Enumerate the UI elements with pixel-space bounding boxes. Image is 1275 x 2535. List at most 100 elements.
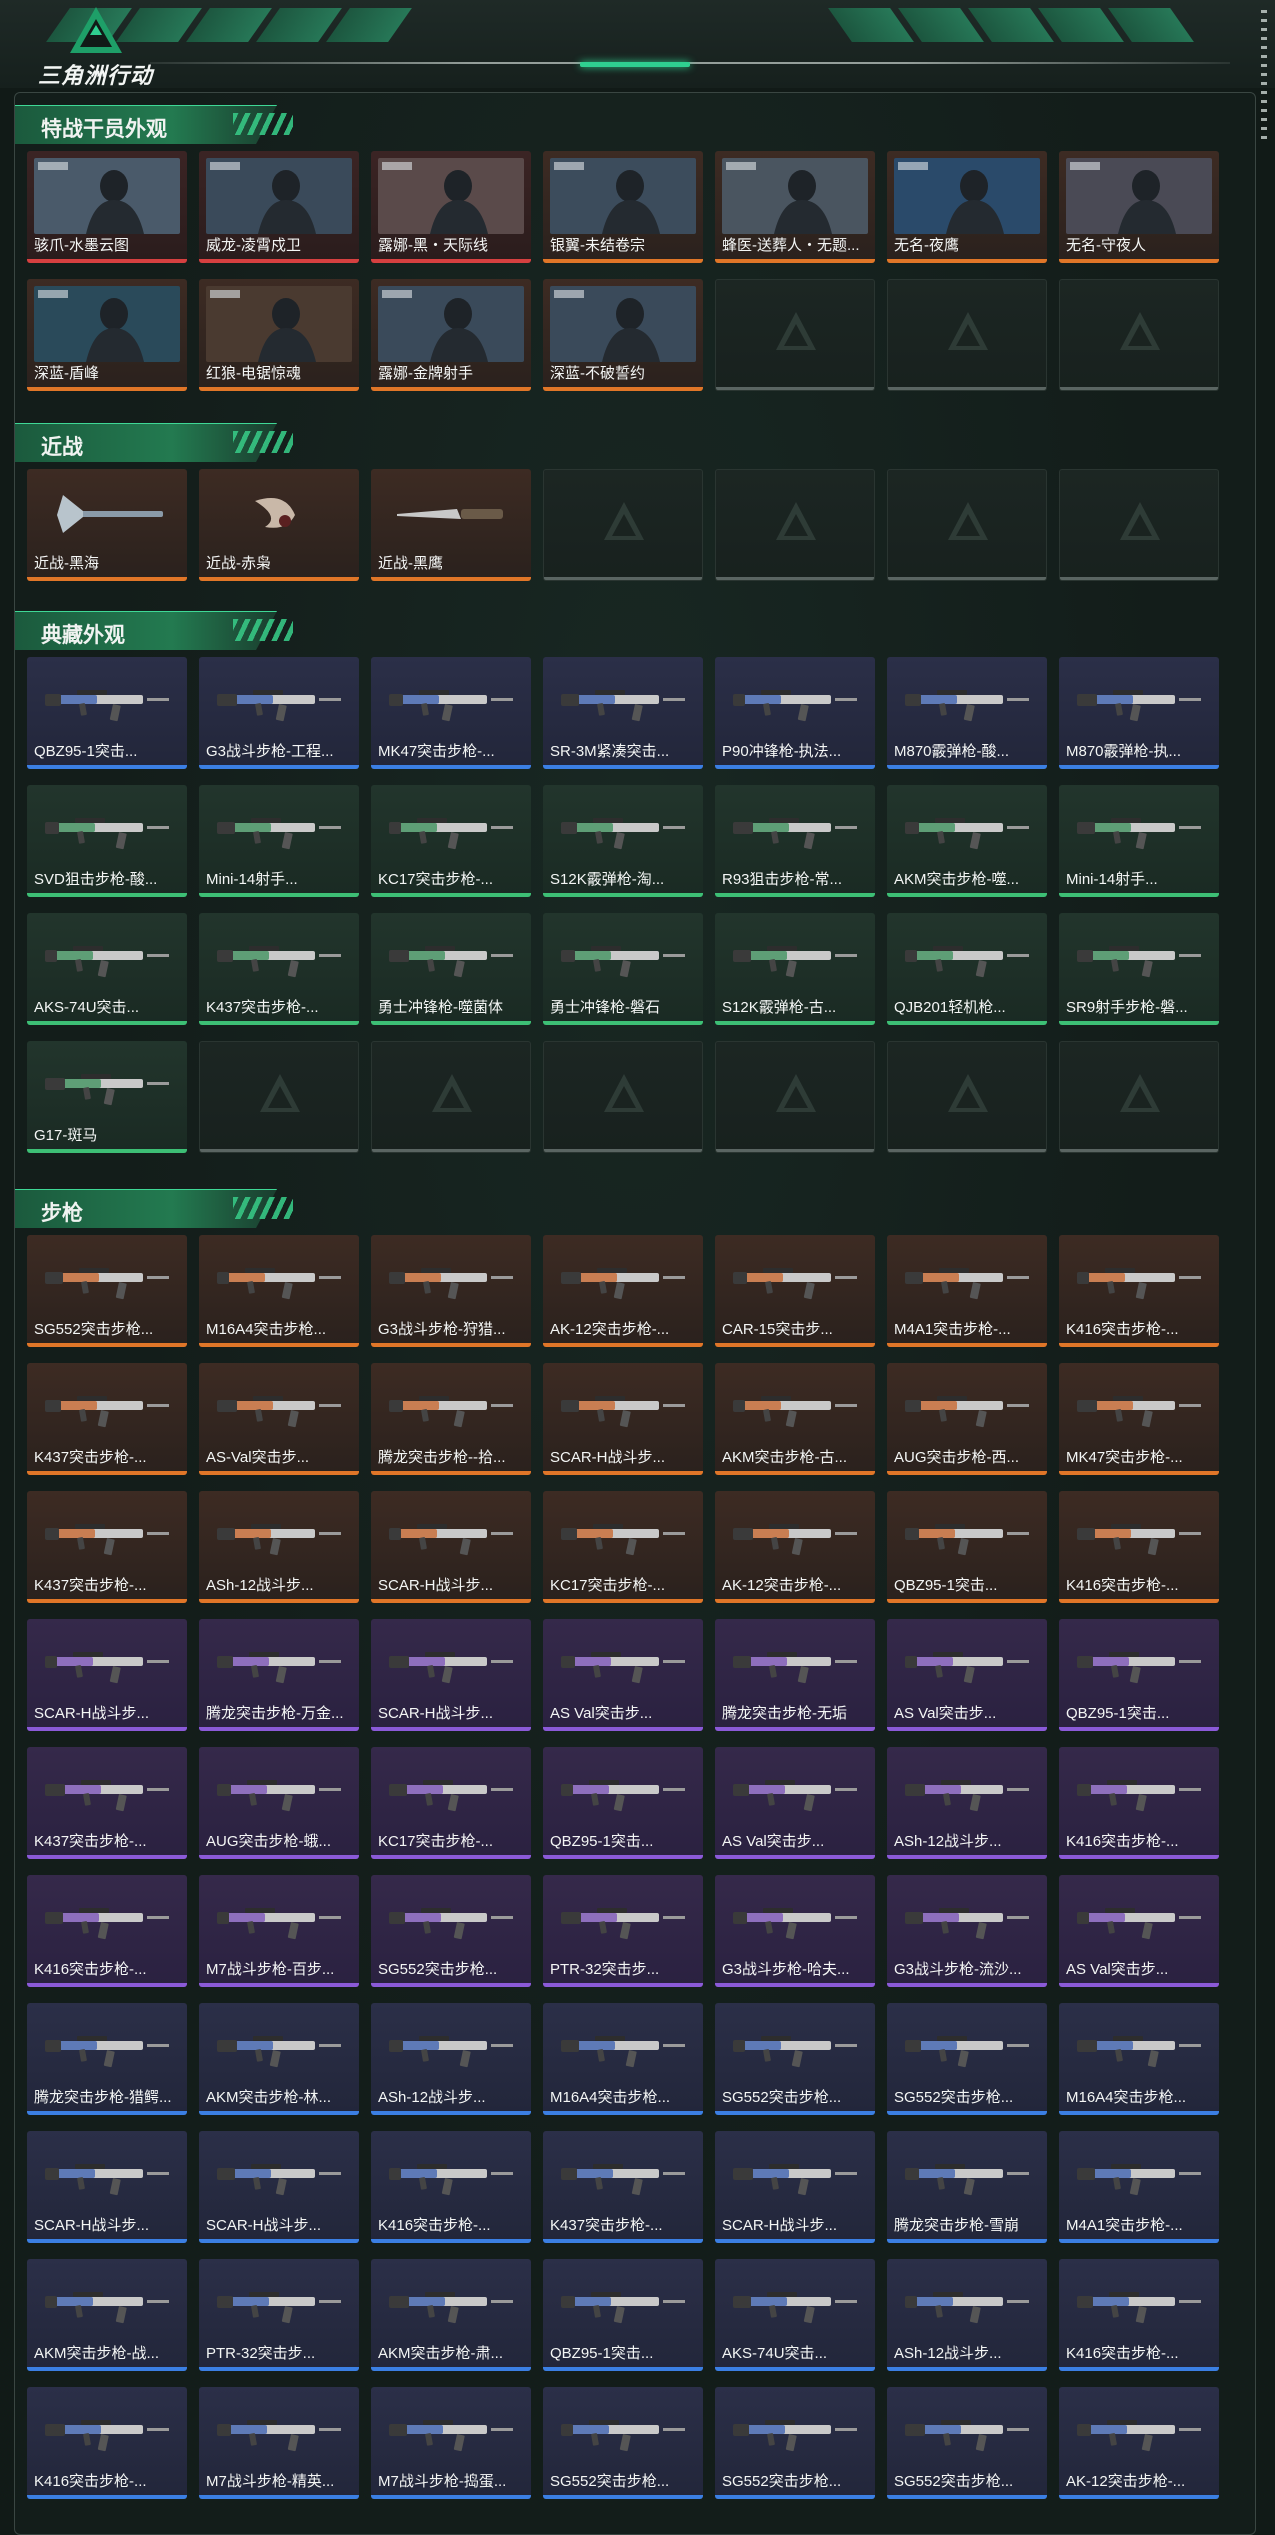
- item-card[interactable]: AKM突击步枪-战...: [27, 2259, 187, 2371]
- item-card[interactable]: 露娜-金牌射手: [371, 279, 531, 391]
- item-card[interactable]: S12K霰弹枪-古...: [715, 913, 875, 1025]
- item-card[interactable]: M7战斗步枪-精英...: [199, 2387, 359, 2499]
- item-card[interactable]: ASh-12战斗步...: [371, 2003, 531, 2115]
- item-card[interactable]: CAR-15突击步...: [715, 1235, 875, 1347]
- item-card[interactable]: SCAR-H战斗步...: [199, 2131, 359, 2243]
- item-card[interactable]: SVD狙击步枪-酸...: [27, 785, 187, 897]
- item-card[interactable]: K437突击步枪-...: [543, 2131, 703, 2243]
- item-card[interactable]: SCAR-H战斗步...: [543, 1363, 703, 1475]
- item-card[interactable]: R93狙击步枪-常...: [715, 785, 875, 897]
- item-card[interactable]: G17-斑马: [27, 1041, 187, 1153]
- item-card[interactable]: SG552突击步枪...: [371, 1875, 531, 1987]
- item-card[interactable]: AKS-74U突击...: [27, 913, 187, 1025]
- item-card[interactable]: SR-3M紧凑突击...: [543, 657, 703, 769]
- item-card[interactable]: K437突击步枪-...: [27, 1363, 187, 1475]
- item-card[interactable]: AKM突击步枪-林...: [199, 2003, 359, 2115]
- item-card[interactable]: G3战斗步枪-哈夫...: [715, 1875, 875, 1987]
- item-card[interactable]: SR9射手步枪-磐...: [1059, 913, 1219, 1025]
- item-card[interactable]: K437突击步枪-...: [199, 913, 359, 1025]
- item-card[interactable]: 腾龙突击步枪--拾...: [371, 1363, 531, 1475]
- item-card[interactable]: SCAR-H战斗步...: [371, 1619, 531, 1731]
- item-card[interactable]: 近战-赤枭: [199, 469, 359, 581]
- item-card[interactable]: AS Val突击步...: [543, 1619, 703, 1731]
- item-card[interactable]: SG552突击步枪...: [887, 2387, 1047, 2499]
- item-card[interactable]: G3战斗步枪-流沙...: [887, 1875, 1047, 1987]
- item-card[interactable]: AK-12突击步枪-...: [715, 1491, 875, 1603]
- item-card[interactable]: SCAR-H战斗步...: [371, 1491, 531, 1603]
- item-card[interactable]: 露娜-黑・天际线: [371, 151, 531, 263]
- item-card[interactable]: G3战斗步枪-狩猎...: [371, 1235, 531, 1347]
- item-card[interactable]: 腾龙突击步枪-无垢: [715, 1619, 875, 1731]
- item-card[interactable]: P90冲锋枪-执法...: [715, 657, 875, 769]
- item-card[interactable]: Mini-14射手...: [199, 785, 359, 897]
- item-card[interactable]: MK47突击步枪-...: [1059, 1363, 1219, 1475]
- item-card[interactable]: S12K霰弹枪-淘...: [543, 785, 703, 897]
- item-card[interactable]: AKM突击步枪-肃...: [371, 2259, 531, 2371]
- item-card[interactable]: 腾龙突击步枪-雪崩: [887, 2131, 1047, 2243]
- item-card[interactable]: AK-12突击步枪-...: [1059, 2387, 1219, 2499]
- item-card[interactable]: AUG突击步枪-西...: [887, 1363, 1047, 1475]
- item-card[interactable]: 近战-黑海: [27, 469, 187, 581]
- item-card[interactable]: SCAR-H战斗步...: [27, 1619, 187, 1731]
- item-card[interactable]: M7战斗步枪-百步...: [199, 1875, 359, 1987]
- item-card[interactable]: AS Val突击步...: [715, 1747, 875, 1859]
- item-card[interactable]: SG552突击步枪...: [27, 1235, 187, 1347]
- item-card[interactable]: PTR-32突击步...: [543, 1875, 703, 1987]
- item-card[interactable]: KC17突击步枪-...: [371, 1747, 531, 1859]
- item-card[interactable]: K416突击步枪-...: [1059, 1235, 1219, 1347]
- item-card[interactable]: AKS-74U突击...: [715, 2259, 875, 2371]
- item-card[interactable]: SG552突击步枪...: [887, 2003, 1047, 2115]
- item-card[interactable]: SCAR-H战斗步...: [715, 2131, 875, 2243]
- item-card[interactable]: K416突击步枪-...: [27, 1875, 187, 1987]
- item-card[interactable]: M16A4突击步枪...: [543, 2003, 703, 2115]
- item-card[interactable]: M4A1突击步枪-...: [887, 1235, 1047, 1347]
- item-card[interactable]: 蜂医-送葬人・无题...: [715, 151, 875, 263]
- item-card[interactable]: 近战-黑鹰: [371, 469, 531, 581]
- item-card[interactable]: KC17突击步枪-...: [543, 1491, 703, 1603]
- item-card[interactable]: 威龙-凌霄戍卫: [199, 151, 359, 263]
- item-card[interactable]: 深蓝-盾峰: [27, 279, 187, 391]
- item-card[interactable]: AUG突击步枪-蛾...: [199, 1747, 359, 1859]
- item-card[interactable]: SG552突击步枪...: [543, 2387, 703, 2499]
- item-card[interactable]: M870霰弹枪-酸...: [887, 657, 1047, 769]
- item-card[interactable]: AS-Val突击步...: [199, 1363, 359, 1475]
- item-card[interactable]: Mini-14射手...: [1059, 785, 1219, 897]
- item-card[interactable]: 无名-守夜人: [1059, 151, 1219, 263]
- item-card[interactable]: ASh-12战斗步...: [199, 1491, 359, 1603]
- item-card[interactable]: G3战斗步枪-工程...: [199, 657, 359, 769]
- item-card[interactable]: QBZ95-1突击...: [543, 1747, 703, 1859]
- item-card[interactable]: M7战斗步枪-捣蛋...: [371, 2387, 531, 2499]
- item-card[interactable]: 腾龙突击步枪-猎鳄...: [27, 2003, 187, 2115]
- item-card[interactable]: MK47突击步枪-...: [371, 657, 531, 769]
- item-card[interactable]: M16A4突击步枪...: [199, 1235, 359, 1347]
- item-card[interactable]: 深蓝-不破誓约: [543, 279, 703, 391]
- item-card[interactable]: AKM突击步枪-古...: [715, 1363, 875, 1475]
- item-card[interactable]: M870霰弹枪-执...: [1059, 657, 1219, 769]
- item-card[interactable]: ASh-12战斗步...: [887, 1747, 1047, 1859]
- item-card[interactable]: AKM突击步枪-噬...: [887, 785, 1047, 897]
- item-card[interactable]: ASh-12战斗步...: [887, 2259, 1047, 2371]
- item-card[interactable]: 银翼-未结卷宗: [543, 151, 703, 263]
- item-card[interactable]: 无名-夜鹰: [887, 151, 1047, 263]
- item-card[interactable]: QBZ95-1突击...: [1059, 1619, 1219, 1731]
- item-card[interactable]: SCAR-H战斗步...: [27, 2131, 187, 2243]
- item-card[interactable]: K416突击步枪-...: [1059, 1491, 1219, 1603]
- item-card[interactable]: 红狼-电锯惊魂: [199, 279, 359, 391]
- item-card[interactable]: KC17突击步枪-...: [371, 785, 531, 897]
- item-card[interactable]: K416突击步枪-...: [371, 2131, 531, 2243]
- item-card[interactable]: K437突击步枪-...: [27, 1491, 187, 1603]
- item-card[interactable]: 勇士冲锋枪-磐石: [543, 913, 703, 1025]
- item-card[interactable]: 骇爪-水墨云图: [27, 151, 187, 263]
- item-card[interactable]: 勇士冲锋枪-噬菌体: [371, 913, 531, 1025]
- item-card[interactable]: 腾龙突击步枪-万金...: [199, 1619, 359, 1731]
- item-card[interactable]: M16A4突击步枪...: [1059, 2003, 1219, 2115]
- item-card[interactable]: AK-12突击步枪-...: [543, 1235, 703, 1347]
- item-card[interactable]: K437突击步枪-...: [27, 1747, 187, 1859]
- item-card[interactable]: SG552突击步枪...: [715, 2387, 875, 2499]
- item-card[interactable]: QJB201轻机枪...: [887, 913, 1047, 1025]
- item-card[interactable]: AS Val突击步...: [887, 1619, 1047, 1731]
- item-card[interactable]: QBZ95-1突击...: [887, 1491, 1047, 1603]
- item-card[interactable]: QBZ95-1突击...: [27, 657, 187, 769]
- item-card[interactable]: K416突击步枪-...: [1059, 1747, 1219, 1859]
- item-card[interactable]: K416突击步枪-...: [1059, 2259, 1219, 2371]
